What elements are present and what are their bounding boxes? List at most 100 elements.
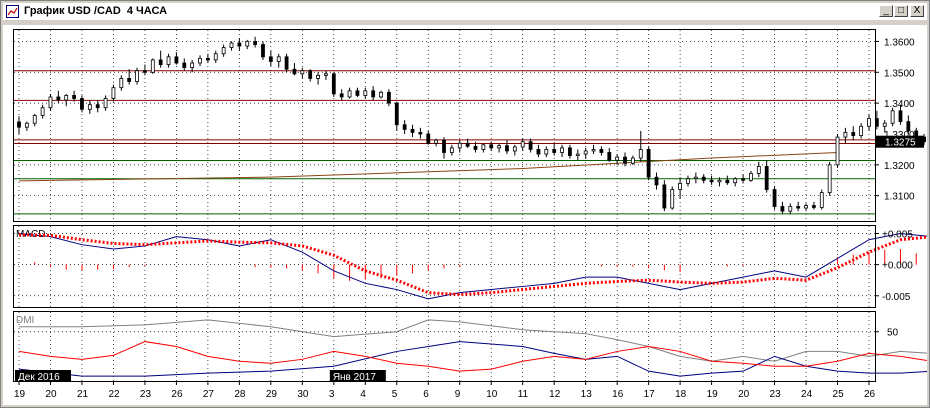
date-tick-label: 13 xyxy=(581,389,593,400)
candle-body xyxy=(268,56,273,62)
chart-icon xyxy=(6,5,19,18)
candle-body xyxy=(741,178,745,181)
candle-body xyxy=(772,189,777,207)
date-tick-label: 23 xyxy=(140,389,152,400)
candle-body xyxy=(111,87,116,99)
date-tick-label: 28 xyxy=(234,389,246,400)
candle-body xyxy=(261,44,265,58)
window-title: График USD /CAD 4 ЧАСА xyxy=(24,5,168,17)
candle-body xyxy=(324,73,328,76)
candle-body xyxy=(709,179,714,183)
macd-tick-label: +0.000 xyxy=(882,261,913,272)
candle-body xyxy=(465,142,470,147)
candle-body xyxy=(851,132,856,136)
candle-body xyxy=(253,41,258,45)
date-tick-label: 12 xyxy=(549,389,561,400)
candle-body xyxy=(371,90,376,98)
date-tick-label: 6 xyxy=(423,389,429,400)
candle-body xyxy=(80,98,84,110)
minimize-button[interactable]: _ xyxy=(879,5,893,17)
candle-body xyxy=(457,142,462,149)
price-tick-label: 1.3100 xyxy=(884,192,915,203)
date-tick-label: 20 xyxy=(45,389,57,400)
candle-body xyxy=(623,156,627,164)
candle-body xyxy=(72,95,76,99)
title-bar: График USD /CAD 4 ЧАСА _ □ X xyxy=(3,3,927,20)
candle-body xyxy=(292,68,297,75)
candle-body xyxy=(426,133,431,144)
candle-body xyxy=(410,128,415,133)
candle-body xyxy=(127,78,132,82)
candle-body xyxy=(237,42,242,47)
candle-body xyxy=(678,182,683,190)
candle-body xyxy=(221,47,226,55)
close-button[interactable]: X xyxy=(910,5,924,17)
candle-body xyxy=(284,56,289,70)
candle-body xyxy=(505,145,509,152)
candle-body xyxy=(308,70,313,79)
candle-body xyxy=(882,122,887,127)
candle-body xyxy=(213,53,218,61)
candle-body xyxy=(103,98,108,109)
candle-body xyxy=(24,122,29,128)
candle-body xyxy=(544,149,549,155)
date-tick-label: 16 xyxy=(612,389,624,400)
date-tick-label: 19 xyxy=(14,389,26,400)
date-tick-label: 21 xyxy=(77,389,89,400)
date-tick-label: 25 xyxy=(833,389,845,400)
date-tick-label: 23 xyxy=(770,389,782,400)
candle-body xyxy=(379,91,383,98)
candle-body xyxy=(355,90,360,96)
candle-body xyxy=(17,121,21,128)
date-tick-label: 20 xyxy=(738,389,750,400)
candle-body xyxy=(87,104,92,110)
candle-body xyxy=(48,96,53,109)
candle-body xyxy=(174,56,179,64)
date-tick-label: 26 xyxy=(864,389,876,400)
candle-body xyxy=(347,90,352,98)
price-tick-label: 1.3400 xyxy=(884,99,915,110)
candle-body xyxy=(339,93,344,98)
candle-body xyxy=(402,124,407,130)
candle-body xyxy=(717,179,722,183)
date-tick-label: 30 xyxy=(297,389,309,400)
maximize-icon: □ xyxy=(897,5,905,16)
candle-body xyxy=(198,57,202,64)
macd-tick-label: -0.005 xyxy=(882,292,911,303)
candle-body xyxy=(387,91,391,104)
date-tick-label: 18 xyxy=(675,389,687,400)
candle-body xyxy=(670,189,675,209)
candle-body xyxy=(607,152,612,161)
candle-body xyxy=(276,56,281,62)
candle-body xyxy=(788,206,793,212)
candle-body xyxy=(95,104,100,109)
candle-body xyxy=(434,139,439,144)
candle-body xyxy=(780,206,785,212)
candle-body xyxy=(804,205,808,209)
candle-body xyxy=(489,144,494,149)
date-tick-label: 26 xyxy=(171,389,183,400)
candle-body xyxy=(394,102,399,126)
candle-body xyxy=(528,141,533,150)
date-tick-label: 9 xyxy=(455,389,461,400)
maximize-button[interactable]: □ xyxy=(894,5,908,17)
candle-body xyxy=(583,150,588,155)
candle-body xyxy=(229,42,234,48)
candle-body xyxy=(150,59,155,73)
candle-body xyxy=(733,178,738,184)
macd-tick-label: +0.005 xyxy=(882,229,913,240)
price-tick-label: 1.3500 xyxy=(884,68,915,79)
candle-body xyxy=(898,110,903,123)
candle-body xyxy=(64,95,69,101)
candle-body xyxy=(158,59,163,65)
candle-body xyxy=(331,73,336,95)
candle-body xyxy=(568,147,572,156)
date-tick-label: 17 xyxy=(644,389,656,400)
candle-body xyxy=(819,192,824,208)
chart-area: MACD DMI 1.36001.35001.34001.32001.31001… xyxy=(3,25,927,405)
candle-body xyxy=(512,146,517,152)
candle-body xyxy=(119,78,124,89)
last-price-label: 1.3275 xyxy=(885,138,916,149)
price-tick-label: 1.3600 xyxy=(884,37,915,48)
candle-body xyxy=(867,118,871,127)
